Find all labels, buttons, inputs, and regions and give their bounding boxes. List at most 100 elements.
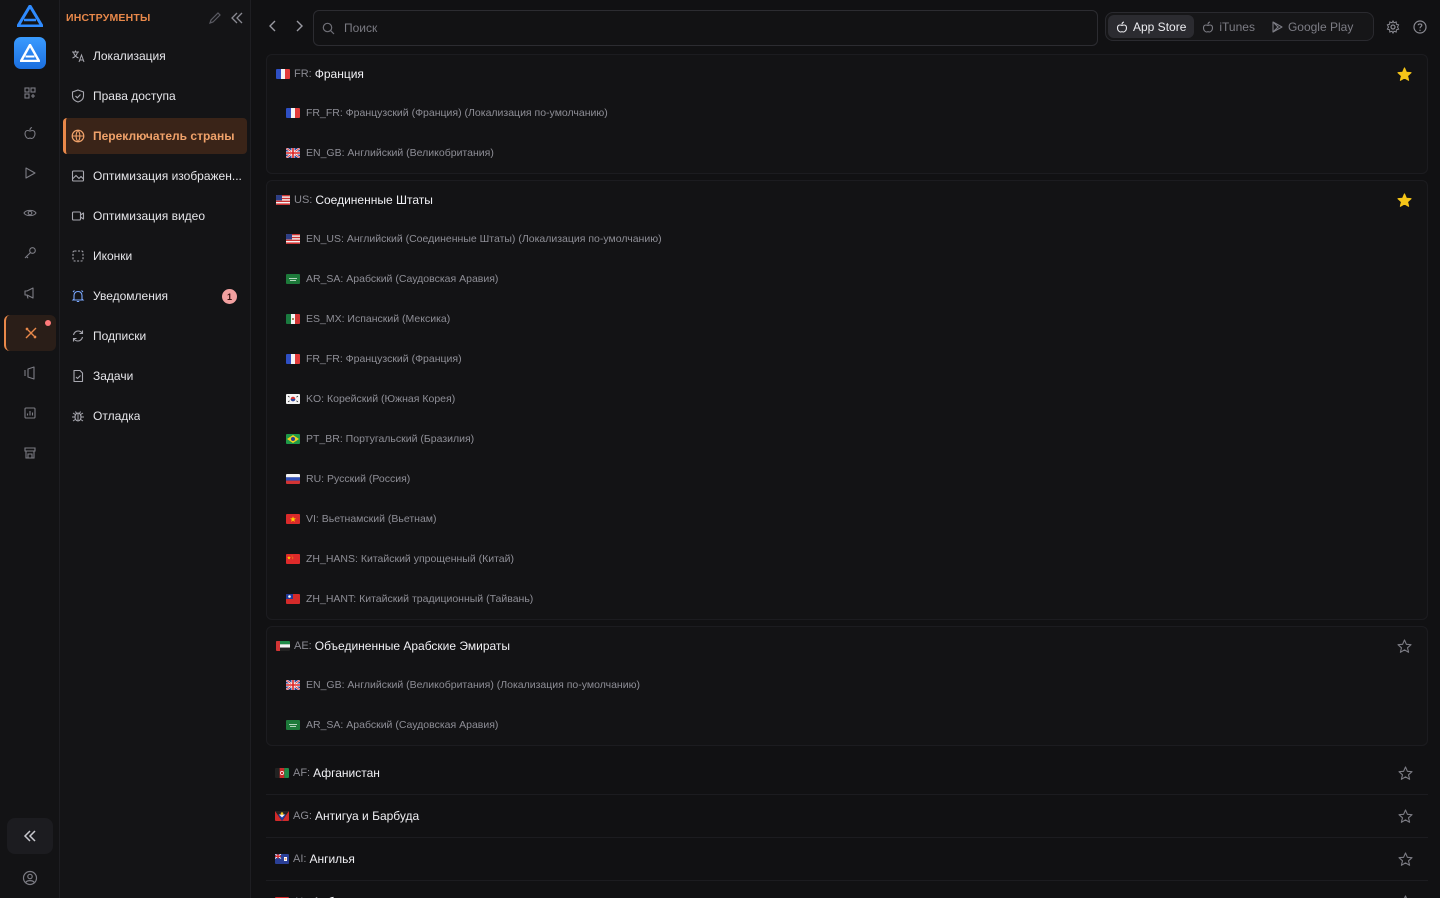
country-group: FR: Франция FR_FR: Французский (Франция) (… xyxy=(266,54,1428,174)
tasks-icon xyxy=(71,369,85,383)
flag-fr-icon xyxy=(286,354,300,364)
app-rail xyxy=(0,0,60,898)
locale-label: ES_MX: Испанский (Мексика) xyxy=(306,313,451,325)
rail-item-eye[interactable] xyxy=(4,195,56,231)
locale-row[interactable]: ZH_HANS: Китайский упрощенный (Китай) xyxy=(267,539,1427,579)
tool-item[interactable]: Подписки xyxy=(63,318,247,354)
double-chevron-left-icon xyxy=(23,830,36,842)
locale-row[interactable]: ZH_HANT: Китайский традиционный (Тайвань… xyxy=(267,579,1427,619)
country-group: US: Соединенные Штаты EN_US: Английский (С… xyxy=(266,180,1428,620)
app-store-tab[interactable]: App Store xyxy=(1108,15,1195,38)
country-code: AI: xyxy=(293,853,307,865)
country-row[interactable]: AG: Антигуа и Барбуда xyxy=(266,795,1428,838)
user-profile-icon[interactable] xyxy=(22,870,38,886)
flag-kr-icon xyxy=(286,394,300,404)
megaphone-icon xyxy=(24,287,34,299)
help-icon[interactable] xyxy=(1413,20,1427,34)
locale-label: EN_US: Английский (Соединенные Штаты) (Л… xyxy=(306,233,662,245)
rail-item-megaphone[interactable] xyxy=(4,275,56,311)
settings-gear-icon[interactable] xyxy=(1386,20,1400,34)
locale-row[interactable]: FR_FR: Французский (Франция) xyxy=(267,339,1427,379)
tool-label: Отладка xyxy=(93,409,141,423)
tool-label: Иконки xyxy=(93,249,133,263)
country-row[interactable]: AI: Ангилья xyxy=(266,838,1428,881)
flag-fr-icon xyxy=(286,108,300,118)
rail-item-apple[interactable] xyxy=(4,115,56,151)
tool-item[interactable]: Иконки xyxy=(63,238,247,274)
rail-item-play[interactable] xyxy=(4,155,56,191)
favorite-star-icon[interactable] xyxy=(1397,193,1412,208)
country-code: AF: xyxy=(293,767,311,779)
expand-rail-button[interactable] xyxy=(7,818,53,854)
country-name: Антигуа и Барбуда xyxy=(314,809,420,823)
country-name: Ангилья xyxy=(309,852,355,866)
bell-icon xyxy=(71,289,85,303)
back-arrow-icon[interactable] xyxy=(266,19,280,33)
rail-item-report[interactable] xyxy=(4,395,56,431)
locale-row[interactable]: VI: Вьетнамский (Вьетнам) xyxy=(267,499,1427,539)
country-row[interactable]: AF: Афганистан xyxy=(266,752,1428,795)
rail-item-apps[interactable] xyxy=(4,75,56,111)
locale-row[interactable]: EN_GB: Английский (Великобритания) (Лока… xyxy=(267,665,1427,705)
locale-row[interactable]: PT_BR: Португальский (Бразилия) xyxy=(267,419,1427,459)
forward-arrow-icon[interactable] xyxy=(292,19,306,33)
tool-item[interactable]: Уведомления 1 xyxy=(63,278,247,314)
locale-row[interactable]: AR_SA: Арабский (Саудовская Аравия) xyxy=(267,259,1427,299)
key-icon xyxy=(24,247,36,259)
tool-item[interactable]: Права доступа xyxy=(63,78,247,114)
country-header[interactable]: FR: Франция xyxy=(267,55,1427,93)
tool-item[interactable]: Оптимизация изображен... xyxy=(63,158,247,194)
tool-item[interactable]: Оптимизация видео xyxy=(63,198,247,234)
favorite-star-icon[interactable] xyxy=(1397,67,1412,82)
locale-label: ZH_HANS: Китайский упрощенный (Китай) xyxy=(306,553,514,565)
app-store-label: App Store xyxy=(1133,19,1187,34)
locale-row[interactable]: AR_SA: Арабский (Саудовская Аравия) xyxy=(267,705,1427,745)
rail-item-feedback[interactable] xyxy=(4,355,56,391)
search-icon xyxy=(322,22,335,34)
locale-label: FR_FR: Французский (Франция) xyxy=(306,353,462,365)
favorite-star-icon[interactable] xyxy=(1397,639,1412,654)
country-header[interactable]: AE: Объединенные Арабские Эмираты xyxy=(267,627,1427,665)
search-box[interactable] xyxy=(313,10,1098,46)
favorite-star-icon[interactable] xyxy=(1398,809,1413,824)
tool-item[interactable]: Локализация xyxy=(63,38,247,74)
flag-fr-icon xyxy=(276,69,290,79)
flag-gb-icon xyxy=(286,680,300,690)
tools-title: ИНСТРУМЕНТЫ xyxy=(66,12,151,24)
rail-item-store[interactable] xyxy=(4,435,56,471)
favorite-star-icon[interactable] xyxy=(1398,766,1413,781)
tool-label: Подписки xyxy=(93,329,147,343)
favorite-star-icon[interactable] xyxy=(1398,852,1413,867)
tool-item[interactable]: Отладка xyxy=(63,398,247,434)
notification-badge: 1 xyxy=(222,289,237,304)
locale-row[interactable]: FR_FR: Французский (Франция) (Локализаци… xyxy=(267,93,1427,133)
google-play-tab[interactable]: Google Play xyxy=(1263,15,1361,38)
country-list: FR: Франция FR_FR: Французский (Франция) (… xyxy=(266,54,1428,898)
app-avatar-icon[interactable] xyxy=(14,37,46,69)
locale-label: ZH_HANT: Китайский традиционный (Тайвань… xyxy=(306,593,534,605)
image-icon xyxy=(71,169,85,183)
collapse-panel-icon[interactable] xyxy=(230,11,244,25)
flag-sa-icon xyxy=(286,274,300,284)
locale-label: RU: Русский (Россия) xyxy=(306,473,411,485)
rail-item-key[interactable] xyxy=(4,235,56,271)
locale-row[interactable]: EN_GB: Английский (Великобритания) xyxy=(267,133,1427,173)
brand-logo-icon[interactable] xyxy=(17,5,43,27)
tool-item[interactable]: Задачи xyxy=(63,358,247,394)
tool-label: Локализация xyxy=(93,49,166,63)
itunes-tab[interactable]: iTunes xyxy=(1194,15,1263,38)
tool-item[interactable]: Переключатель страны xyxy=(63,118,247,154)
locale-row[interactable]: KO: Корейский (Южная Корея) xyxy=(267,379,1427,419)
country-code: AE: xyxy=(294,640,312,652)
flag-mx-icon xyxy=(286,314,300,324)
apple-icon xyxy=(1116,20,1128,33)
locale-row[interactable]: ES_MX: Испанский (Мексика) xyxy=(267,299,1427,339)
locale-row[interactable]: RU: Русский (Россия) xyxy=(267,459,1427,499)
shield-icon xyxy=(71,89,85,103)
locale-row[interactable]: EN_US: Английский (Соединенные Штаты) (Л… xyxy=(267,219,1427,259)
country-row[interactable]: AL:Албания xyxy=(266,881,1428,898)
tool-label: Права доступа xyxy=(93,89,176,103)
search-input[interactable] xyxy=(344,21,1044,35)
edit-pencil-icon[interactable] xyxy=(208,11,222,25)
country-header[interactable]: US: Соединенные Штаты xyxy=(267,181,1427,219)
